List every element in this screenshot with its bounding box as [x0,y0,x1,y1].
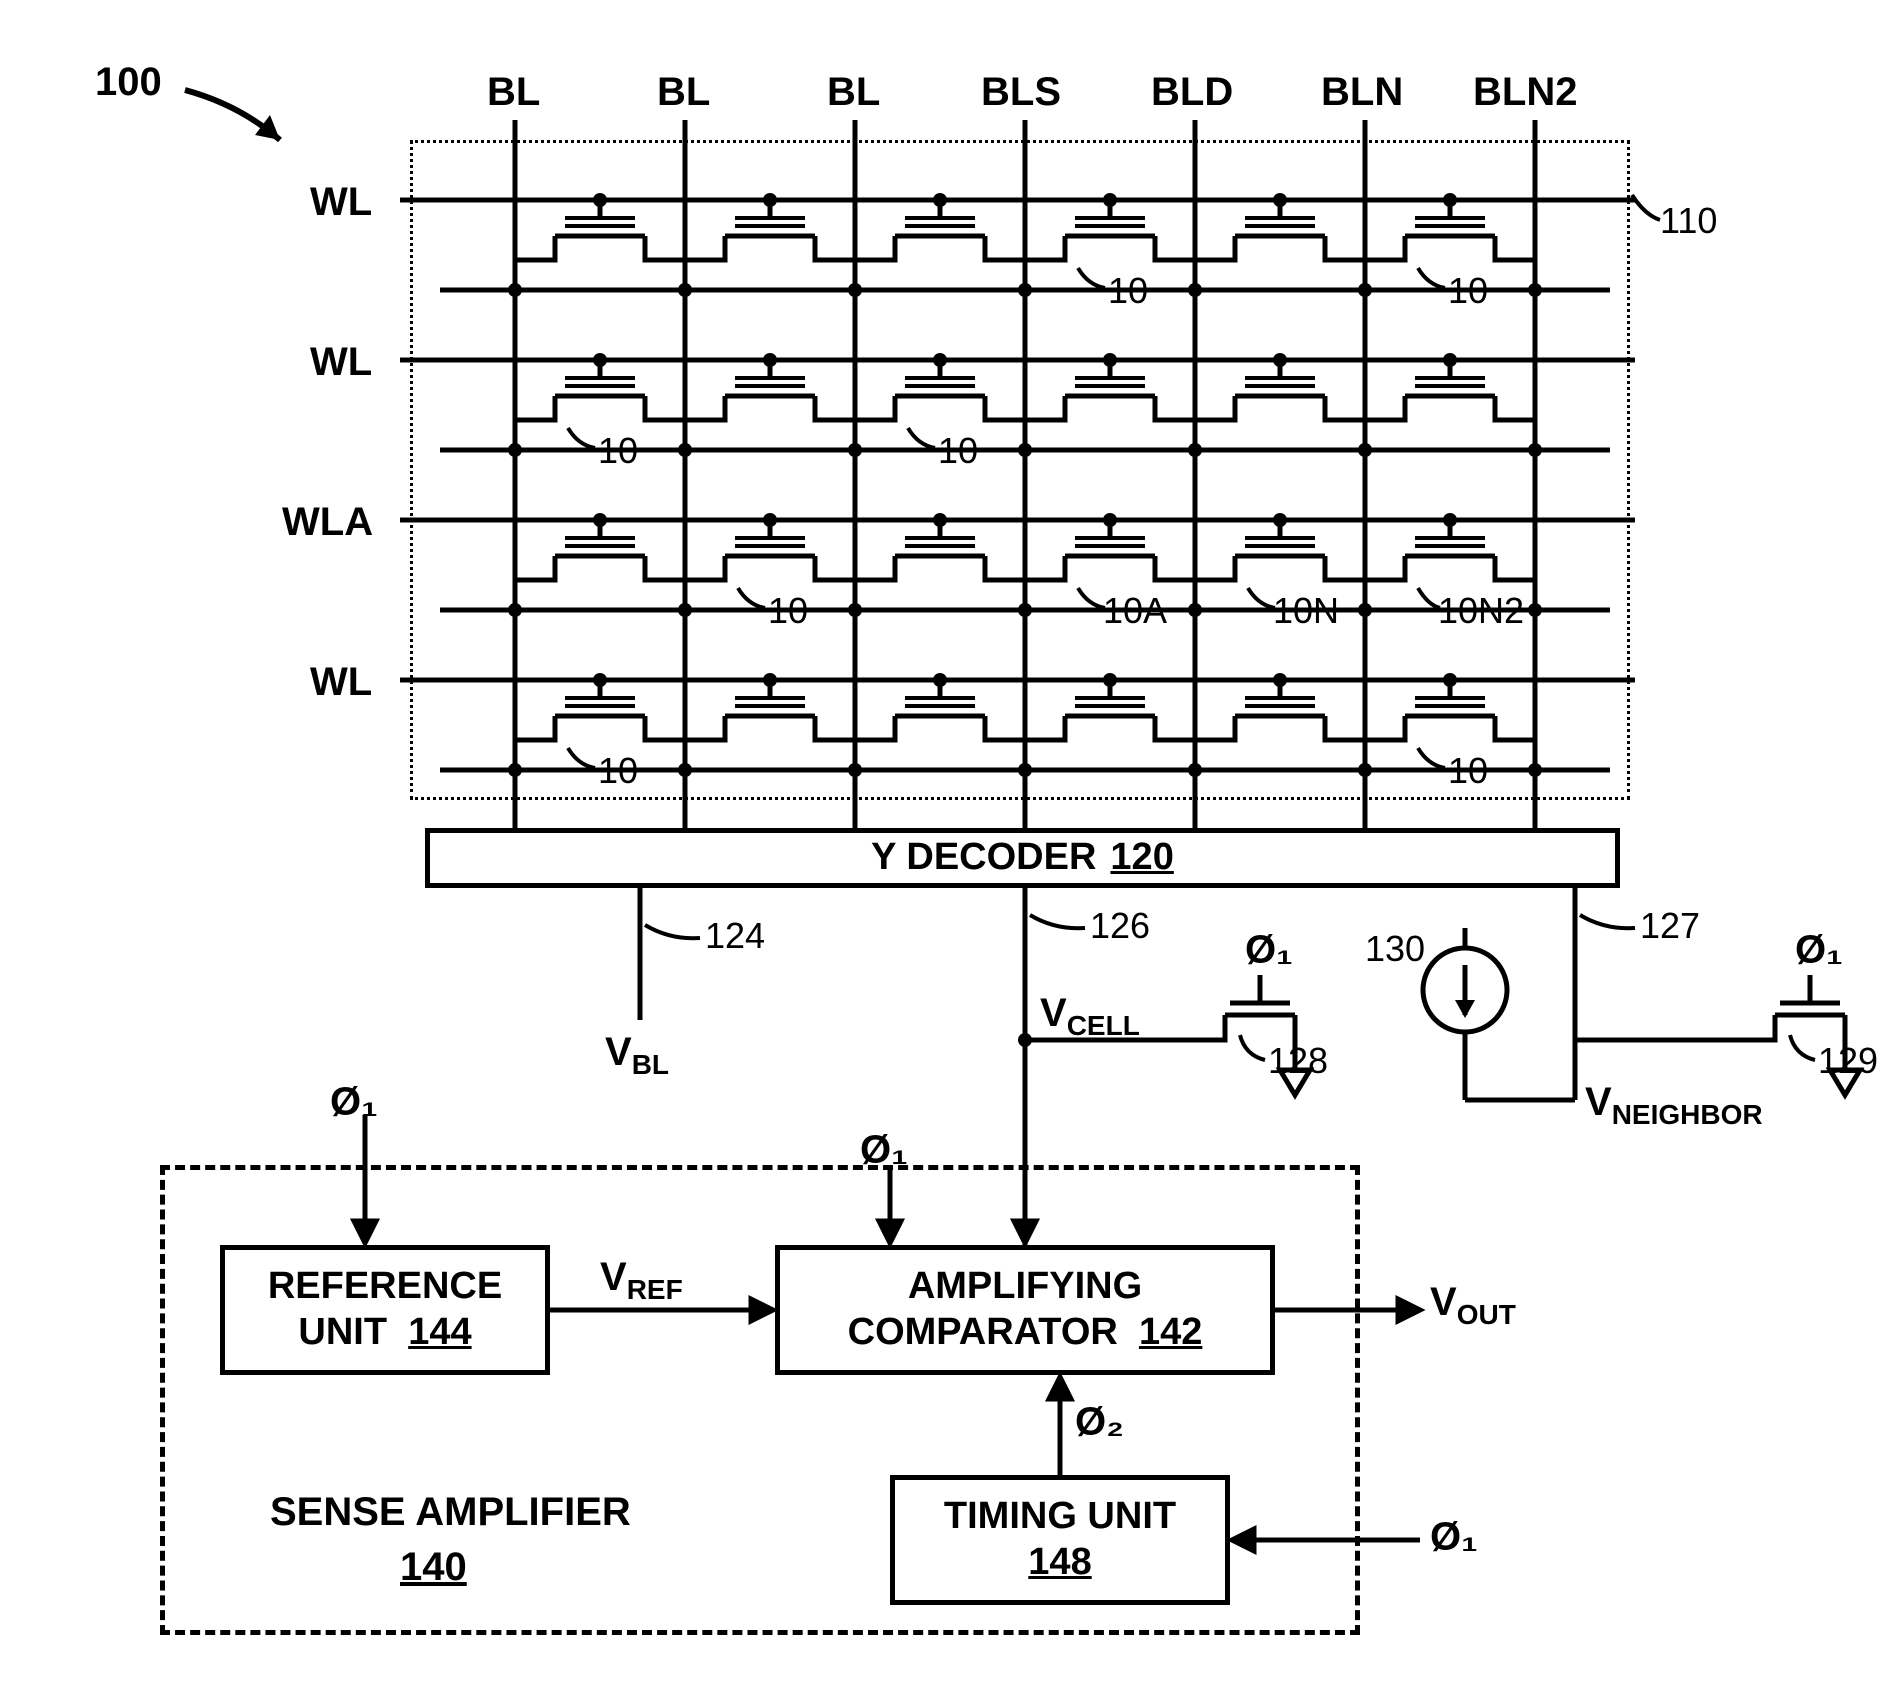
vref-label: VREF [600,1255,683,1306]
phi1-comp: Ø₁ [860,1128,908,1173]
vout-label: VOUT [1430,1280,1516,1331]
phi1-refunit: Ø₁ [330,1080,378,1125]
phi1-timing: Ø₁ [1430,1515,1478,1560]
diagram-canvas: 100 BL BL BL BLS BLD BLN BLN2 WL WL WLA … [20,20,1896,1668]
phi2-label: Ø₂ [1075,1400,1124,1445]
sa-arrows [20,20,1896,1668]
